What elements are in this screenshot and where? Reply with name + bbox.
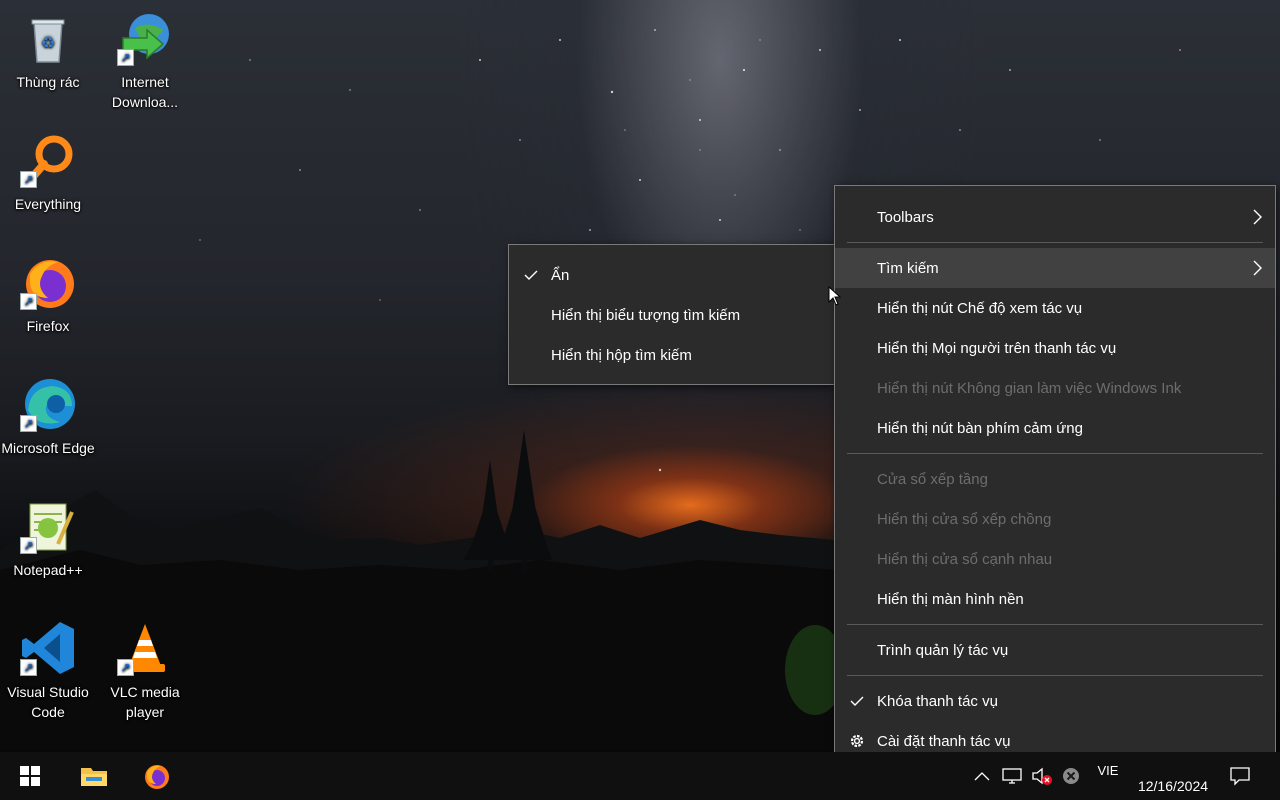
firefox-icon: ↗	[20, 254, 76, 310]
submenu-item-label: Hiển thị biểu tượng tìm kiếm	[551, 306, 741, 324]
menu-item-side-by-side: Hiển thị cửa sổ cạnh nhau	[835, 539, 1275, 579]
chevron-right-icon	[1253, 260, 1262, 276]
start-button[interactable]	[6, 752, 54, 800]
menu-item-label: Hiển thị cửa sổ xếp chồng	[877, 510, 1052, 528]
submenu-item-hidden[interactable]: Ẩn	[509, 255, 835, 295]
taskbar-firefox[interactable]	[132, 752, 180, 800]
error-status-icon	[1063, 768, 1079, 784]
chevron-up-icon	[974, 772, 990, 781]
shortcut-arrow-icon: ↗	[117, 659, 134, 676]
action-center-button[interactable]	[1224, 752, 1256, 800]
taskbar-clock-date[interactable]: 12/16/2024	[1130, 762, 1216, 800]
desktop-icon-label: Visual Studio Code	[7, 684, 89, 720]
shortcut-arrow-icon: ↗	[20, 171, 37, 188]
desktop-icon-label: Firefox	[26, 318, 70, 334]
notepadpp-icon: ↗	[20, 498, 76, 554]
desktop-icon-vlc[interactable]: ↗ VLC media player	[97, 616, 193, 722]
menu-item-lock-taskbar[interactable]: Khóa thanh tác vụ	[835, 681, 1275, 721]
menu-item-stacked: Hiển thị cửa sổ xếp chồng	[835, 499, 1275, 539]
desktop-icon-label: Everything	[14, 196, 82, 212]
menu-item-search[interactable]: Tìm kiếm	[835, 248, 1275, 288]
menu-separator	[847, 675, 1263, 676]
menu-item-label: Khóa thanh tác vụ	[877, 692, 998, 710]
network-status[interactable]	[998, 752, 1026, 800]
submenu-item-label: Hiển thị hộp tìm kiếm	[551, 346, 692, 364]
menu-item-label: Hiển thị nút Chế độ xem tác vụ	[877, 299, 1083, 317]
shortcut-arrow-icon: ↗	[117, 49, 134, 66]
gear-icon	[850, 734, 864, 748]
internet-download-manager-icon: ↗	[117, 10, 173, 66]
mouse-cursor-icon	[828, 286, 842, 306]
menu-item-label: Hiển thị màn hình nền	[877, 590, 1024, 608]
notification-icon	[1230, 767, 1250, 786]
menu-item-people[interactable]: Hiển thị Mọi người trên thanh tác vụ	[835, 328, 1275, 368]
chevron-right-icon	[1253, 209, 1262, 225]
show-hidden-icons-button[interactable]	[970, 752, 994, 800]
desktop-icon-label: Thùng rác	[16, 74, 80, 90]
menu-item-label: Cài đặt thanh tác vụ	[877, 732, 1011, 750]
menu-item-label: Hiển thị cửa sổ cạnh nhau	[877, 550, 1053, 568]
taskbar-context-menu: Toolbars Tìm kiếm Hiển thị nút Chế độ xe…	[834, 185, 1276, 771]
menu-item-label: Hiển thị nút bàn phím cảm ứng	[877, 419, 1083, 437]
shortcut-arrow-icon: ↗	[20, 293, 37, 310]
menu-separator	[847, 242, 1263, 243]
folder-icon	[81, 768, 107, 786]
vlc-icon: ↗	[117, 620, 173, 676]
shortcut-arrow-icon: ↗	[20, 537, 37, 554]
everything-search-icon: ↗	[20, 132, 76, 188]
checkmark-icon	[524, 270, 538, 280]
submenu-item-show-search-icon[interactable]: Hiển thị biểu tượng tìm kiếm	[509, 295, 835, 335]
shortcut-arrow-icon: ↗	[20, 659, 37, 676]
menu-item-show-desktop[interactable]: Hiển thị màn hình nền	[835, 579, 1275, 619]
submenu-item-label: Ẩn	[551, 266, 570, 284]
menu-item-task-manager[interactable]: Trình quản lý tác vụ	[835, 630, 1275, 670]
desktop-icon-label: Notepad++	[13, 562, 83, 578]
menu-item-toolbars[interactable]: Toolbars	[835, 197, 1275, 237]
menu-item-label: Trình quản lý tác vụ	[877, 641, 1009, 659]
desktop-icon-firefox[interactable]: ↗ Firefox	[0, 250, 96, 336]
taskbar: VIE 12/16/2024	[0, 752, 1280, 800]
menu-separator	[847, 624, 1263, 625]
menu-item-touch-keyboard[interactable]: Hiển thị nút bàn phím cảm ứng	[835, 408, 1275, 448]
desktop-icon-notepadpp[interactable]: ↗ Notepad++	[0, 494, 96, 580]
submenu-item-show-search-box[interactable]: Hiển thị hộp tìm kiếm	[509, 335, 835, 375]
menu-item-label: Cửa sổ xếp tầng	[877, 470, 988, 488]
speaker-muted-icon	[1032, 767, 1052, 785]
desktop-icon-label: VLC media player	[110, 684, 180, 720]
firefox-icon	[145, 765, 169, 789]
menu-separator	[847, 453, 1263, 454]
taskbar-file-explorer[interactable]	[70, 752, 118, 800]
menu-item-label: Hiển thị Mọi người trên thanh tác vụ	[877, 339, 1117, 357]
desktop-icon-label: Internet Downloa...	[111, 74, 179, 110]
menu-item-windows-ink: Hiển thị nút Không gian làm việc Windows…	[835, 368, 1275, 408]
tray-status-icon[interactable]	[1058, 752, 1084, 800]
desktop-icon-recycle-bin[interactable]: ♻ Thùng rác	[0, 6, 96, 92]
network-icon	[1002, 768, 1022, 784]
desktop-icon-edge[interactable]: ↗ Microsoft Edge	[0, 372, 96, 458]
search-submenu: Ẩn Hiển thị biểu tượng tìm kiếm Hiển thị…	[508, 244, 836, 385]
menu-item-label: Hiển thị nút Không gian làm việc Windows…	[877, 379, 1182, 397]
windows-logo-icon	[20, 766, 40, 786]
desktop-icon-internet-download-manager[interactable]: ↗ Internet Downloa...	[97, 6, 193, 112]
menu-item-cascade: Cửa sổ xếp tầng	[835, 459, 1275, 499]
desktop-icon-vscode[interactable]: ↗ Visual Studio Code	[0, 616, 96, 722]
menu-item-label: Tìm kiếm	[877, 259, 939, 277]
checkmark-icon	[850, 696, 864, 706]
recycle-bin-icon: ♻	[20, 10, 76, 66]
input-language-indicator[interactable]: VIE	[1090, 746, 1126, 794]
menu-item-label: Toolbars	[877, 208, 934, 226]
svg-text:♻: ♻	[41, 33, 55, 52]
desktop-icon-label: Microsoft Edge	[1, 440, 95, 456]
edge-icon: ↗	[20, 376, 76, 432]
menu-item-task-view[interactable]: Hiển thị nút Chế độ xem tác vụ	[835, 288, 1275, 328]
vscode-icon: ↗	[20, 620, 76, 676]
desktop-icon-everything[interactable]: ↗ Everything	[0, 128, 96, 214]
volume-status[interactable]	[1028, 752, 1056, 800]
shortcut-arrow-icon: ↗	[20, 415, 37, 432]
